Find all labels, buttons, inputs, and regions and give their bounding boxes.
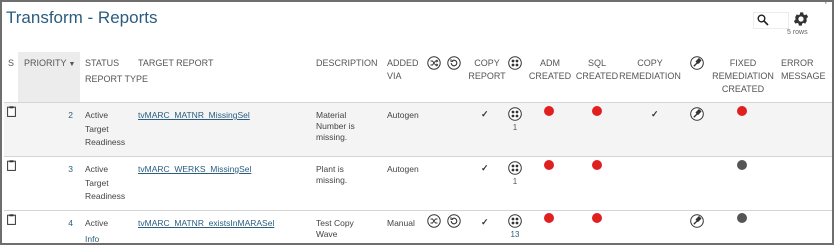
refresh-icon[interactable] xyxy=(447,56,461,70)
hammer-icon[interactable] xyxy=(690,56,704,70)
group-icon[interactable] xyxy=(508,56,522,70)
adm-created-status-dot xyxy=(544,160,554,170)
report-type-value: Info xyxy=(85,234,100,244)
document-icon[interactable] xyxy=(7,106,16,117)
added-via-value: Autogen xyxy=(387,164,419,174)
col-header-fixed-remediation-created[interactable]: FIXED REMEDIATION CREATED xyxy=(712,57,774,96)
copy-remediation-checkbox[interactable]: ✓ xyxy=(651,109,659,120)
added-via-value: Autogen xyxy=(387,110,419,120)
copy-report-checkbox[interactable]: ✓ xyxy=(481,163,489,174)
status-value: Active xyxy=(85,110,109,120)
hammer-icon[interactable] xyxy=(690,214,704,228)
description-value: Test Copy Wave xyxy=(316,218,354,239)
resize-corner-icon[interactable]: ⌝ xyxy=(822,2,827,11)
reports-table: S PRIORITY ▼ STATUS REPORT TYPE TARGET RE… xyxy=(4,52,832,244)
group-icon[interactable] xyxy=(508,161,522,175)
sql-created-status-dot xyxy=(592,160,602,170)
group-icon[interactable] xyxy=(508,214,522,228)
col-header-copy-report[interactable]: COPY REPORT xyxy=(464,57,510,83)
fixed-remediation-status-dot xyxy=(737,160,747,170)
report-type-value: Target Readiness xyxy=(85,178,126,201)
copy-report-checkbox[interactable]: ✓ xyxy=(481,109,489,120)
sql-created-status-dot xyxy=(592,213,602,223)
group-count: 1 xyxy=(512,177,518,186)
col-header-adm-created[interactable]: ADM CREATED xyxy=(528,57,572,83)
search-input[interactable] xyxy=(753,12,789,29)
priority-value: 2 xyxy=(68,110,73,120)
added-via-value: Manual xyxy=(387,218,415,228)
col-header-priority-label: PRIORITY xyxy=(24,58,67,68)
shuffle-icon[interactable] xyxy=(427,214,441,228)
rows-count: 5 rows xyxy=(787,29,808,36)
group-count: 1 xyxy=(512,123,518,132)
status-value: Active xyxy=(85,164,109,174)
col-header-status[interactable]: STATUS xyxy=(85,57,119,70)
document-icon[interactable] xyxy=(7,214,16,225)
fixed-remediation-status-dot xyxy=(737,106,747,116)
target-report-link[interactable]: tvMARC_WERKS_MissingSel xyxy=(138,163,251,176)
col-header-description[interactable]: DESCRIPTION xyxy=(316,57,378,70)
col-header-target-report[interactable]: TARGET REPORT xyxy=(138,57,214,70)
table-row[interactable]: 3 Active Target Readiness tvMARC_WERKS_M… xyxy=(4,156,832,210)
table-row[interactable]: 4 Active Info tvMARC_MATNR_existsInMARAS… xyxy=(4,210,832,244)
col-header-error-message[interactable]: ERROR MESSAGE xyxy=(781,57,831,83)
col-header-sql-created[interactable]: SQL CREATED xyxy=(574,57,620,83)
report-type-value: Target Readiness xyxy=(85,124,126,147)
gear-icon[interactable] xyxy=(792,10,810,28)
group-count[interactable]: 13 xyxy=(508,228,522,241)
adm-created-status-dot xyxy=(544,106,554,116)
hammer-icon[interactable] xyxy=(690,107,704,121)
priority-value: 3 xyxy=(68,164,73,174)
shuffle-icon[interactable] xyxy=(427,56,441,70)
priority-value: 4 xyxy=(68,218,73,228)
target-report-link[interactable]: tvMARC_MATNR_existsInMARASel xyxy=(138,217,274,230)
table-row[interactable]: 2 Active Target Readiness tvMARC_MATNR_M… xyxy=(4,102,832,156)
description-value: Material Number is missing. xyxy=(316,110,355,142)
search-icon[interactable] xyxy=(757,14,769,26)
col-header-s[interactable]: S xyxy=(8,57,14,70)
col-header-report-type[interactable]: REPORT TYPE xyxy=(85,73,148,86)
copy-report-checkbox[interactable]: ✓ xyxy=(481,217,489,228)
fixed-remediation-status-dot xyxy=(737,213,747,223)
description-value: Plant is missing. xyxy=(316,164,348,185)
sql-created-status-dot xyxy=(592,106,602,116)
adm-created-status-dot xyxy=(544,213,554,223)
col-header-copy-remediation[interactable]: COPY REMEDIATION xyxy=(619,57,681,83)
target-report-link[interactable]: tvMARC_MATNR_MissingSel xyxy=(138,109,250,122)
group-icon[interactable] xyxy=(508,107,522,121)
document-icon[interactable] xyxy=(7,160,16,171)
col-header-added-via[interactable]: ADDED VIA xyxy=(387,57,421,83)
reports-panel: ⌝ Transform - Reports 5 rows S PRIORITY ▼… xyxy=(0,0,834,245)
status-value: Active xyxy=(85,218,109,228)
col-header-priority[interactable]: PRIORITY ▼ xyxy=(24,57,75,71)
refresh-icon[interactable] xyxy=(447,214,461,228)
page-title: Transform - Reports xyxy=(6,8,158,27)
sort-desc-icon: ▼ xyxy=(68,61,76,68)
